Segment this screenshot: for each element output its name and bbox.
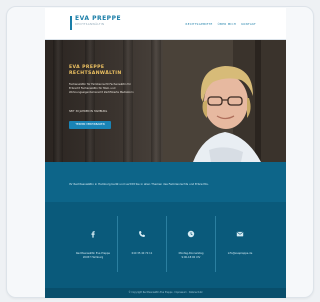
hero-meta: SEIT 30 JAHREN IN HAMBURG (69, 110, 108, 113)
contact-line[interactable]: 040 35 40 70 11 (118, 252, 166, 256)
wood-plank (123, 40, 133, 162)
contact-column: Montag-Donnerstag 9:00-18:00 Uhr (167, 202, 215, 288)
clock-icon (187, 230, 195, 238)
contact-line: 20457 Hamburg (82, 255, 104, 259)
contact-text: Montag-Donnerstag 9:00-18:00 Uhr (167, 252, 215, 260)
website-preview: EVA PREPPE RECHTSANWÄLTIN RECHTSGEBIETE … (45, 8, 286, 298)
contact-line: 9:00-18:00 Uhr (181, 255, 201, 259)
contact-column: 040 35 40 70 11 (118, 202, 166, 288)
info-text: Ihr Rechtsanwältin in Hamburg berät und … (69, 182, 209, 186)
main-nav: RECHTSGEBIETE ÜBER MICH KONTAKT (186, 22, 256, 26)
nav-item-ueber-mich[interactable]: ÜBER MICH (218, 22, 237, 26)
footer-text: © Copyright Rechtsanwältin Eva Preppe · … (128, 291, 203, 294)
portrait-photo (163, 40, 286, 162)
logo-name[interactable]: EVA PREPPE (75, 15, 121, 22)
phone-icon[interactable] (138, 230, 146, 238)
wood-plank (85, 40, 95, 162)
hero-section: EVA PREPPE RECHTSANWÄLTIN Fachanwältin f… (45, 40, 286, 162)
contact-column: Rechtsanwältin Eva Preppe 20457 Hamburg (69, 202, 117, 288)
logo-mark (70, 16, 72, 30)
facebook-icon[interactable] (89, 230, 97, 238)
site-footer: © Copyright Rechtsanwältin Eva Preppe · … (45, 288, 286, 298)
info-band: Ihr Rechtsanwältin in Hamburg berät und … (45, 162, 286, 202)
site-header: EVA PREPPE RECHTSANWÄLTIN RECHTSGEBIETE … (45, 8, 286, 40)
contact-line[interactable]: info@evapreppe.de (216, 252, 264, 256)
nav-item-kontakt[interactable]: KONTAKT (241, 22, 256, 26)
logo-subtitle: RECHTSANWÄLTIN (75, 23, 105, 26)
contact-section: Rechtsanwältin Eva Preppe 20457 Hamburg … (45, 202, 286, 288)
contact-text: Rechtsanwältin Eva Preppe 20457 Hamburg (69, 252, 117, 260)
wood-plank (53, 40, 63, 162)
mail-icon[interactable] (236, 230, 244, 238)
wood-plank (151, 40, 161, 162)
hero-title-line: RECHTSANWÄLTIN (69, 71, 122, 76)
contact-column: info@evapreppe.de (216, 202, 264, 288)
hero-description: Fachanwältin für Familienrecht Fachanwäl… (69, 83, 134, 94)
nav-item-rechtsgebiete[interactable]: RECHTSGEBIETE (186, 22, 213, 26)
hero-title: EVA PREPPE RECHTSANWÄLTIN (69, 65, 122, 77)
appointment-button[interactable]: TERMIN VEREINBAREN (69, 121, 111, 129)
contact-text: info@evapreppe.de (216, 252, 264, 256)
contact-text: 040 35 40 70 11 (118, 252, 166, 256)
